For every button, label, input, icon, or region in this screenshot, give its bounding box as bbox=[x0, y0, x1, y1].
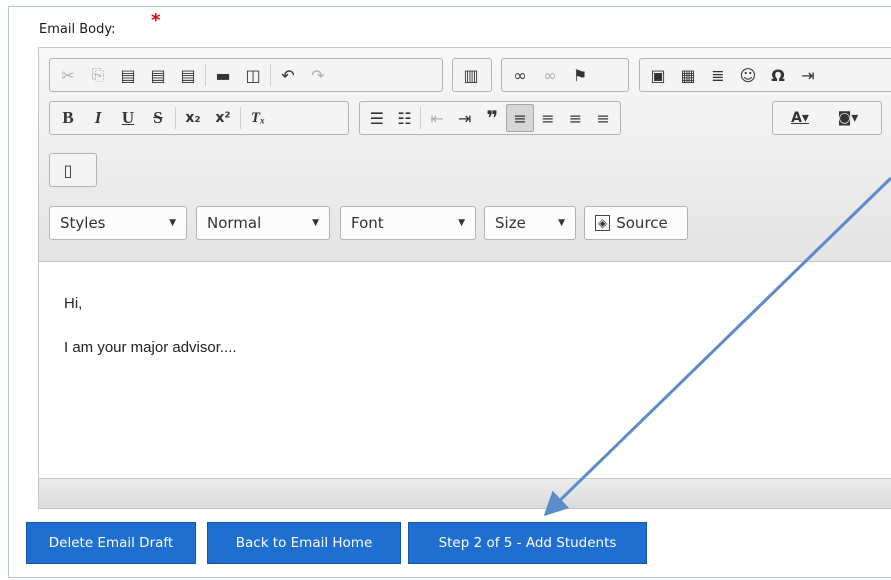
preview-icon[interactable]: ◫ bbox=[238, 61, 268, 89]
format-dropdown-label: Normal bbox=[207, 214, 262, 232]
page-break-icon[interactable]: ⇥ bbox=[793, 61, 823, 89]
tools-group: ▯ bbox=[49, 153, 97, 187]
required-indicator: * bbox=[151, 10, 161, 31]
paste-word-icon[interactable]: ▤ bbox=[173, 61, 203, 89]
chevron-down-icon: ▼ bbox=[458, 218, 465, 228]
underline-icon[interactable]: U bbox=[113, 104, 143, 132]
redo-icon[interactable]: ↷ bbox=[303, 61, 333, 89]
print-icon[interactable]: ▬ bbox=[208, 61, 238, 89]
cut-icon[interactable]: ✂ bbox=[53, 61, 83, 89]
unlink-icon[interactable]: ∞ bbox=[535, 61, 565, 89]
size-dropdown[interactable]: Size ▼ bbox=[484, 206, 576, 240]
toolbar-separator bbox=[175, 107, 176, 129]
font-dropdown[interactable]: Font ▼ bbox=[340, 206, 476, 240]
anchor-icon[interactable]: ⚑ bbox=[565, 61, 595, 89]
superscript-icon[interactable]: x² bbox=[208, 104, 238, 132]
link-group: ∞ ∞ ⚑ bbox=[501, 58, 629, 92]
font-dropdown-label: Font bbox=[351, 214, 384, 232]
templates-icon[interactable]: ▥ bbox=[456, 61, 486, 89]
special-char-icon[interactable]: Ω bbox=[763, 61, 793, 89]
subscript-icon[interactable]: x₂ bbox=[178, 104, 208, 132]
align-right-icon[interactable]: ≡ bbox=[562, 104, 590, 132]
table-icon[interactable]: ▦ bbox=[673, 61, 703, 89]
content-line: Hi, bbox=[64, 295, 83, 312]
editor-status-bar bbox=[39, 478, 891, 508]
copy-icon[interactable]: ⎘ bbox=[83, 61, 113, 89]
size-dropdown-label: Size bbox=[495, 214, 526, 232]
text-color-icon[interactable]: A▾ bbox=[776, 104, 824, 132]
templates-group: ▥ bbox=[452, 58, 492, 92]
background-color-icon[interactable]: ◙▾ bbox=[824, 104, 872, 132]
back-to-email-home-button[interactable]: Back to Email Home bbox=[207, 522, 401, 564]
bold-icon[interactable]: B bbox=[53, 104, 83, 132]
source-icon: ◈ bbox=[595, 215, 611, 231]
paste-icon[interactable]: ▤ bbox=[113, 61, 143, 89]
toolbar-separator bbox=[205, 64, 206, 86]
italic-icon[interactable]: I bbox=[83, 104, 113, 132]
justify-icon[interactable]: ≡ bbox=[589, 104, 617, 132]
blockquote-icon[interactable]: ❞ bbox=[479, 104, 507, 132]
chevron-down-icon: ▼ bbox=[558, 218, 565, 228]
numbered-list-icon[interactable]: ☰ bbox=[363, 104, 391, 132]
smiley-icon[interactable]: ☺ bbox=[733, 61, 763, 89]
link-icon[interactable]: ∞ bbox=[505, 61, 535, 89]
editor-toolbar: ✂ ⎘ ▤ ▤ ▤ ▬ ◫ ↶ ↷ ▥ ∞ ∞ ⚑ ▣ ▦ ≣ ☺ Ω ⇥ B … bbox=[39, 48, 891, 262]
maximize-icon[interactable]: ▯ bbox=[53, 156, 83, 184]
email-body-label: Email Body: bbox=[39, 22, 116, 37]
source-button-label: Source bbox=[616, 214, 668, 232]
chevron-down-icon: ▼ bbox=[169, 218, 176, 228]
source-button[interactable]: ◈ Source bbox=[584, 206, 688, 240]
indent-icon[interactable]: ⇥ bbox=[451, 104, 479, 132]
undo-icon[interactable]: ↶ bbox=[273, 61, 303, 89]
horizontal-rule-icon[interactable]: ≣ bbox=[703, 61, 733, 89]
chevron-down-icon: ▼ bbox=[312, 218, 319, 228]
strikethrough-icon[interactable]: S bbox=[143, 104, 173, 132]
format-dropdown[interactable]: Normal ▼ bbox=[196, 206, 330, 240]
step-2-add-students-button[interactable]: Step 2 of 5 - Add Students bbox=[408, 522, 647, 564]
outdent-icon[interactable]: ⇤ bbox=[423, 104, 451, 132]
toolbar-separator bbox=[270, 64, 271, 86]
align-center-icon[interactable]: ≡ bbox=[534, 104, 562, 132]
insert-group: ▣ ▦ ≣ ☺ Ω ⇥ bbox=[639, 58, 891, 92]
styles-dropdown[interactable]: Styles ▼ bbox=[49, 206, 187, 240]
image-icon[interactable]: ▣ bbox=[643, 61, 673, 89]
colors-group: A▾ ◙▾ bbox=[772, 101, 882, 135]
remove-format-icon[interactable]: Tₓ bbox=[243, 104, 273, 132]
rich-text-editor: ✂ ⎘ ▤ ▤ ▤ ▬ ◫ ↶ ↷ ▥ ∞ ∞ ⚑ ▣ ▦ ≣ ☺ Ω ⇥ B … bbox=[38, 47, 891, 509]
bulleted-list-icon[interactable]: ☷ bbox=[391, 104, 419, 132]
clipboard-group: ✂ ⎘ ▤ ▤ ▤ ▬ ◫ ↶ ↷ bbox=[49, 58, 443, 92]
toolbar-separator bbox=[240, 107, 241, 129]
editor-content-area[interactable]: Hi, I am your major advisor.... bbox=[39, 262, 891, 480]
paste-text-icon[interactable]: ▤ bbox=[143, 61, 173, 89]
content-line: I am your major advisor.... bbox=[64, 339, 237, 356]
toolbar-separator bbox=[420, 107, 422, 129]
basic-styles-group: B I U S x₂ x² Tₓ bbox=[49, 101, 349, 135]
paragraph-group: ☰ ☷ ⇤ ⇥ ❞ ≡ ≡ ≡ ≡ bbox=[359, 101, 621, 135]
align-left-icon[interactable]: ≡ bbox=[506, 104, 535, 132]
delete-email-draft-button[interactable]: Delete Email Draft bbox=[26, 522, 196, 564]
styles-dropdown-label: Styles bbox=[60, 214, 106, 232]
